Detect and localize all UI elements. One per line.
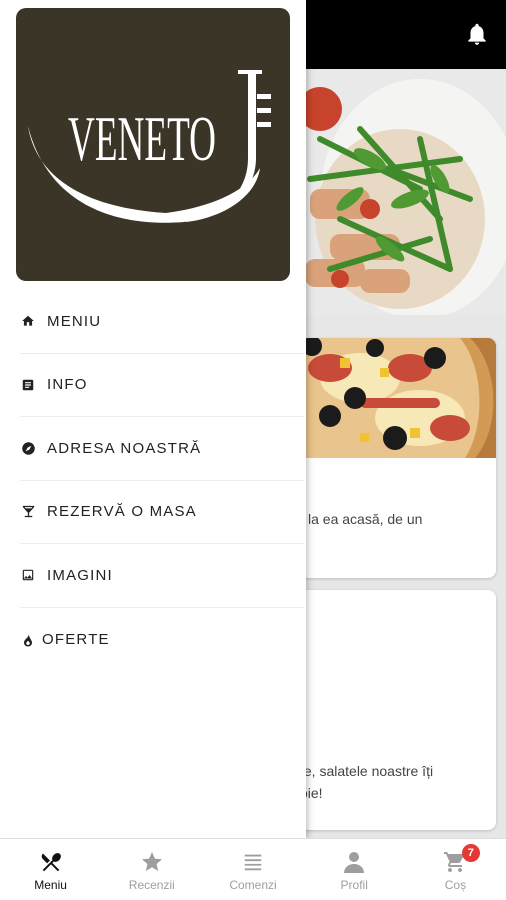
drawer-menu: MENIU INFO ADRESA NOASTRĂ REZERVĂ O MASA… [20, 290, 304, 671]
drawer-item-label: ADRESA NOASTRĂ [47, 439, 202, 457]
drawer-item-imagini[interactable]: IMAGINI [20, 544, 304, 608]
navigation-drawer: VENETO MENIU INFO ADRESA NOASTRĂ REZERVĂ… [0, 0, 306, 838]
home-icon [20, 313, 36, 329]
nav-tab-profil[interactable]: Profil [304, 839, 405, 900]
nav-tab-cos[interactable]: 7 Coș [405, 839, 506, 900]
drawer-item-info[interactable]: INFO [20, 354, 304, 417]
nav-tab-label: Comenzi [229, 878, 277, 892]
salad-card[interactable]: te, salatele noastre îți oie! [300, 590, 496, 830]
nav-tab-comenzi[interactable]: Comenzi [202, 839, 303, 900]
drawer-item-rezerva[interactable]: REZERVĂ O MASA [20, 481, 304, 544]
salad-card-description-line1: te, salatele noastre îți [300, 763, 434, 779]
person-icon [341, 849, 367, 875]
drawer-item-oferte[interactable]: OFERTE [20, 608, 304, 672]
bottom-navigation: Meniu Recenzii Comenzi Profil 7 Coș [0, 838, 506, 900]
nav-tab-recenzii[interactable]: Recenzii [101, 839, 202, 900]
drawer-item-meniu[interactable]: MENIU [20, 290, 304, 354]
drawer-item-label: REZERVĂ O MASA [47, 503, 197, 521]
flame-icon [20, 631, 36, 647]
drawer-item-label: INFO [47, 376, 88, 394]
cocktail-icon [20, 504, 36, 520]
nav-tab-label: Meniu [34, 878, 67, 892]
nav-tab-label: Recenzii [128, 878, 175, 892]
nav-tab-label: Coș [444, 878, 467, 892]
star-icon [139, 849, 165, 875]
drawer-item-adresa[interactable]: ADRESA NOASTRĂ [20, 417, 304, 481]
image-icon [20, 567, 36, 583]
list-icon [240, 849, 266, 875]
fork-knife-icon [38, 849, 64, 875]
notification-bell-icon[interactable] [464, 20, 490, 48]
drawer-item-label: IMAGINI [47, 566, 113, 584]
nav-tab-label: Profil [340, 878, 368, 892]
pizza-photo [300, 338, 496, 458]
svg-text:VENETO: VENETO [68, 103, 216, 174]
pizza-card[interactable]: la ea acasă, de un [300, 338, 496, 578]
veneto-logo: VENETO [16, 8, 290, 281]
pizza-card-description: la ea acasă, de un [308, 511, 423, 527]
info-list-icon [20, 377, 36, 393]
pasta-salad-photo[interactable] [300, 69, 506, 315]
drawer-item-label: MENIU [47, 312, 102, 330]
nav-tab-meniu[interactable]: Meniu [0, 839, 101, 900]
cart-count-badge: 7 [461, 844, 480, 862]
compass-icon [20, 440, 36, 456]
drawer-item-label: OFERTE [42, 630, 110, 648]
